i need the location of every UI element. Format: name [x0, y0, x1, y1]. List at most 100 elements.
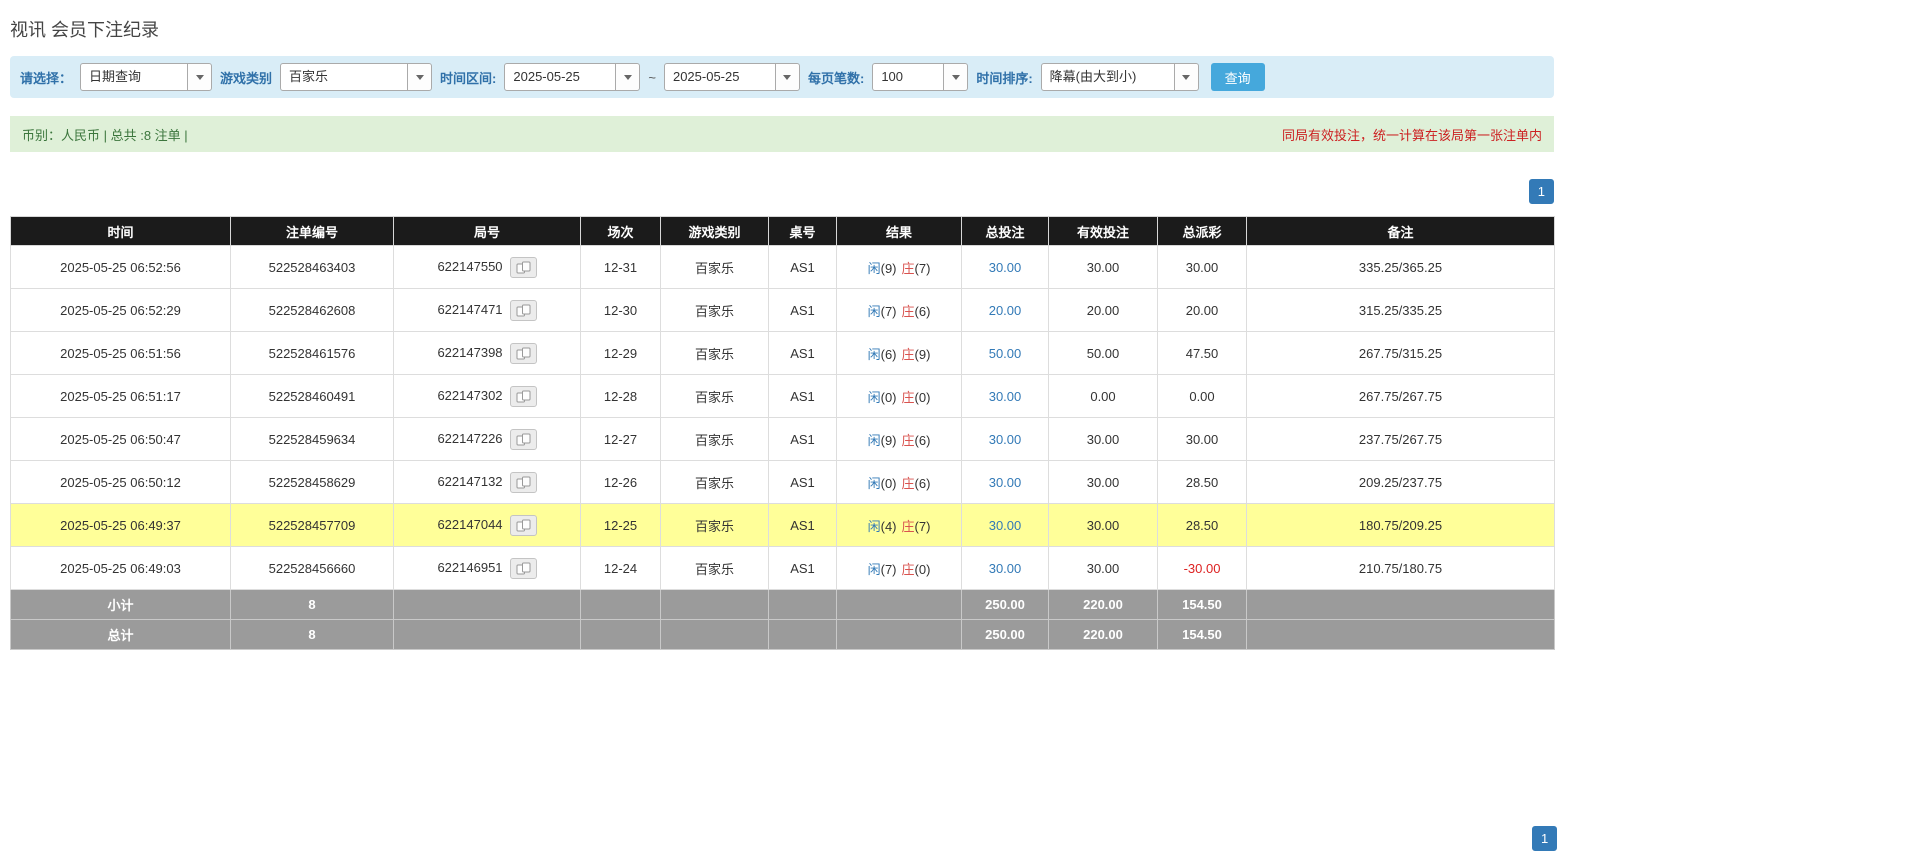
- banker-result: 庄: [902, 519, 915, 534]
- total-bet-link[interactable]: 30.00: [989, 432, 1022, 447]
- banker-result: 庄: [902, 261, 915, 276]
- player-result: 闲: [868, 562, 881, 577]
- game-type: 百家乐: [661, 289, 769, 332]
- query-type-select[interactable]: 日期查询: [80, 63, 212, 91]
- page-1-button[interactable]: 1: [1529, 179, 1554, 204]
- valid-bet: 30.00: [1049, 504, 1158, 547]
- session: 12-26: [581, 461, 661, 504]
- payout: 30.00: [1158, 418, 1247, 461]
- total-bet-link[interactable]: 50.00: [989, 346, 1022, 361]
- page-size-select[interactable]: 100: [872, 63, 968, 91]
- valid-bet: 30.00: [1049, 547, 1158, 590]
- summary-cell: 220.00: [1049, 620, 1158, 650]
- view-cards-button[interactable]: [510, 300, 537, 321]
- chevron-down-icon[interactable]: [407, 64, 431, 90]
- table-no: AS1: [769, 504, 837, 547]
- view-cards-button[interactable]: [510, 257, 537, 278]
- filter-bar: 请选择： 日期查询 游戏类别 百家乐 时间区间: 2025-05-25 ~ 20…: [10, 56, 1554, 98]
- summary-cell: [769, 620, 837, 650]
- view-cards-button[interactable]: [510, 472, 537, 493]
- bet-id: 522528461576: [231, 332, 394, 375]
- chevron-down-icon[interactable]: [943, 64, 967, 90]
- view-cards-button[interactable]: [510, 343, 537, 364]
- cards-icon: [516, 347, 531, 360]
- view-cards-button[interactable]: [510, 515, 537, 536]
- date-from-select[interactable]: 2025-05-25: [504, 63, 640, 91]
- page-1-button[interactable]: 1: [1532, 826, 1557, 851]
- summary-cell: 8: [231, 620, 394, 650]
- total-bet-cell: 30.00: [962, 246, 1049, 289]
- player-score: (6): [881, 347, 897, 362]
- round-number: 622147226: [437, 430, 502, 445]
- time-range-label: 时间区间:: [440, 68, 496, 87]
- total-bet-cell: 30.00: [962, 547, 1049, 590]
- summary-cell: [581, 590, 661, 620]
- summary-cell: [661, 590, 769, 620]
- total-bet-link[interactable]: 30.00: [989, 475, 1022, 490]
- column-header: 结果: [837, 217, 962, 246]
- total-bet-link[interactable]: 30.00: [989, 260, 1022, 275]
- date-from-value: 2025-05-25: [505, 64, 615, 90]
- summary-row: 总计8250.00220.00154.50: [11, 620, 1555, 650]
- bet-time: 2025-05-25 06:51:17: [11, 375, 231, 418]
- banker-score: (7): [915, 261, 931, 276]
- column-header: 有效投注: [1049, 217, 1158, 246]
- game-type: 百家乐: [661, 332, 769, 375]
- round-cell: 622147132: [394, 461, 581, 504]
- note: 335.25/365.25: [1247, 246, 1555, 289]
- note: 315.25/335.25: [1247, 289, 1555, 332]
- total-bet-link[interactable]: 30.00: [989, 518, 1022, 533]
- date-to-select[interactable]: 2025-05-25: [664, 63, 800, 91]
- total-bet-cell: 30.00: [962, 375, 1049, 418]
- result-cell: 闲(9)庄(7): [837, 246, 962, 289]
- page-size-label: 每页笔数:: [808, 68, 864, 87]
- banker-result: 庄: [902, 304, 915, 319]
- game-type: 百家乐: [661, 504, 769, 547]
- table-row: 2025-05-25 06:52:29522528462608622147471…: [11, 289, 1555, 332]
- game-type: 百家乐: [661, 375, 769, 418]
- chevron-down-icon[interactable]: [1174, 64, 1198, 90]
- round-number: 622147044: [437, 516, 502, 531]
- payout: 20.00: [1158, 289, 1247, 332]
- summary-cell: 154.50: [1158, 590, 1247, 620]
- player-score: (7): [881, 562, 897, 577]
- total-bet-link[interactable]: 20.00: [989, 303, 1022, 318]
- sort-select[interactable]: 降幕(由大到小): [1041, 63, 1199, 91]
- search-button[interactable]: 查询: [1211, 63, 1265, 91]
- player-result: 闲: [868, 261, 881, 276]
- table-no: AS1: [769, 332, 837, 375]
- game-type-select[interactable]: 百家乐: [280, 63, 432, 91]
- page-size-value: 100: [873, 64, 943, 90]
- chevron-down-icon[interactable]: [775, 64, 799, 90]
- view-cards-button[interactable]: [510, 558, 537, 579]
- sort-label: 时间排序:: [976, 68, 1032, 87]
- bet-time: 2025-05-25 06:52:29: [11, 289, 231, 332]
- session: 12-24: [581, 547, 661, 590]
- view-cards-button[interactable]: [510, 386, 537, 407]
- banker-score: (7): [915, 519, 931, 534]
- total-bet-cell: 30.00: [962, 418, 1049, 461]
- result-cell: 闲(7)庄(6): [837, 289, 962, 332]
- summary-cell: 250.00: [962, 620, 1049, 650]
- table-row: 2025-05-25 06:49:37522528457709622147044…: [11, 504, 1555, 547]
- payout: 0.00: [1158, 375, 1247, 418]
- summary-cell: [1247, 620, 1555, 650]
- round-cell: 622146951: [394, 547, 581, 590]
- total-bet-link[interactable]: 30.00: [989, 389, 1022, 404]
- summary-cell: [837, 590, 962, 620]
- bet-id: 522528456660: [231, 547, 394, 590]
- table-no: AS1: [769, 418, 837, 461]
- table-no: AS1: [769, 289, 837, 332]
- cards-icon: [516, 519, 531, 532]
- result-cell: 闲(4)庄(7): [837, 504, 962, 547]
- game-type: 百家乐: [661, 547, 769, 590]
- chevron-down-icon[interactable]: [187, 64, 211, 90]
- chevron-down-icon[interactable]: [615, 64, 639, 90]
- column-header: 总派彩: [1158, 217, 1247, 246]
- bets-table: 时间注单编号局号场次游戏类别桌号结果总投注有效投注总派彩备注 2025-05-2…: [10, 216, 1555, 650]
- view-cards-button[interactable]: [510, 429, 537, 450]
- total-bet-link[interactable]: 30.00: [989, 561, 1022, 576]
- bet-id: 522528457709: [231, 504, 394, 547]
- summary-cell: [394, 590, 581, 620]
- round-cell: 622147550: [394, 246, 581, 289]
